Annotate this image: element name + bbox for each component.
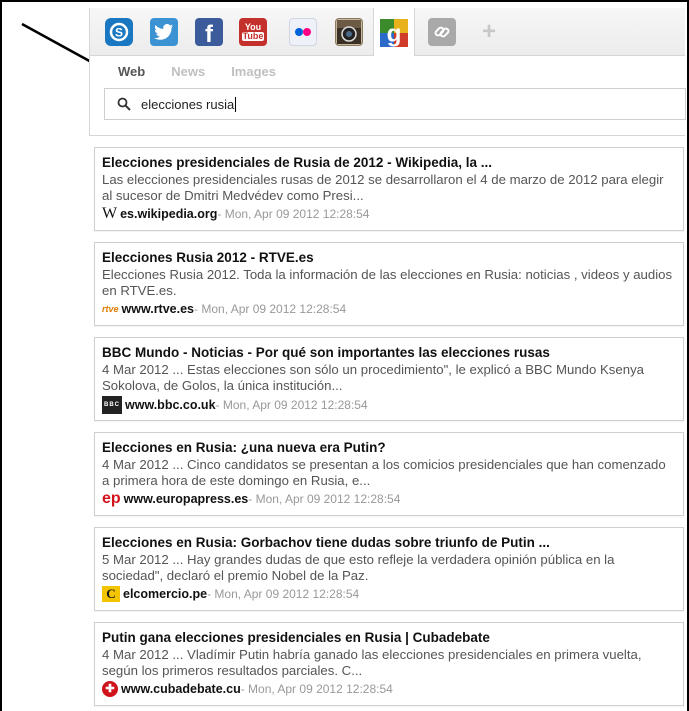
- result-domain[interactable]: www.cubadebate.cu: [121, 681, 241, 697]
- tab-twitter[interactable]: [143, 8, 185, 56]
- result-meta: C elcomercio.pe - Mon, Apr 09 2012 12:28…: [102, 586, 676, 602]
- add-tab-icon: +: [481, 18, 496, 45]
- result-title[interactable]: Elecciones en Rusia: ¿una nueva era Puti…: [102, 439, 676, 456]
- youtube-icon: You Tube: [239, 18, 267, 46]
- result-meta: rtve www.rtve.es - Mon, Apr 09 2012 12:2…: [102, 301, 676, 317]
- result-snippet: 4 Mar 2012 ... Cinco candidatos se prese…: [102, 457, 666, 488]
- result-timestamp: - Mon, Apr 09 2012 12:28:54: [217, 207, 370, 221]
- tab-flickr[interactable]: [282, 8, 324, 56]
- result-card[interactable]: Elecciones en Rusia: Gorbachov tiene dud…: [94, 527, 684, 611]
- tab-google[interactable]: g: [373, 8, 415, 57]
- result-card[interactable]: Elecciones en Rusia: ¿una nueva era Puti…: [94, 432, 684, 516]
- result-meta: ep www.europapress.es - Mon, Apr 09 2012…: [102, 491, 676, 507]
- svg-text:g: g: [387, 20, 402, 47]
- rtve-favicon-icon: rtve: [102, 304, 119, 314]
- tab-youtube[interactable]: You Tube: [232, 8, 274, 56]
- europapress-favicon-icon: ep: [102, 490, 121, 507]
- tab-skype[interactable]: S: [98, 8, 140, 56]
- google-icon: g: [380, 18, 408, 47]
- elcomercio-favicon-icon: C: [102, 586, 120, 602]
- flickr-icon: [289, 18, 317, 46]
- wikipedia-favicon-icon: W: [102, 205, 118, 222]
- result-snippet: 4 Mar 2012 ... Vladímir Putin habría gan…: [102, 647, 642, 678]
- tab-link[interactable]: [421, 8, 463, 56]
- result-domain[interactable]: www.rtve.es: [122, 301, 195, 317]
- result-card[interactable]: BBC Mundo - Noticias - Por qué son impor…: [94, 337, 684, 421]
- result-domain[interactable]: elcomercio.pe: [123, 586, 207, 602]
- service-tab-bar: S f You Tube g +: [89, 8, 685, 57]
- result-card[interactable]: Putin gana elecciones presidenciales en …: [94, 622, 684, 706]
- search-icon: [117, 97, 131, 111]
- add-tab-button[interactable]: +: [468, 8, 510, 56]
- result-timestamp: - Mon, Apr 09 2012 12:28:54: [248, 492, 401, 506]
- instagram-icon: [335, 18, 363, 46]
- result-snippet: Elecciones Rusia 2012. Toda la informaci…: [102, 267, 673, 298]
- cubadebate-favicon-icon: ✚: [102, 681, 118, 697]
- result-snippet: 5 Mar 2012 ... Hay grandes dudas de que …: [102, 552, 615, 583]
- tab-facebook[interactable]: f: [188, 8, 230, 56]
- tab-instagram[interactable]: [328, 8, 370, 56]
- bbc-favicon-icon: BBC: [102, 396, 122, 414]
- result-domain[interactable]: www.bbc.co.uk: [125, 397, 216, 413]
- result-title[interactable]: Elecciones en Rusia: Gorbachov tiene dud…: [102, 534, 676, 551]
- result-title[interactable]: BBC Mundo - Noticias - Por qué son impor…: [102, 344, 676, 361]
- result-meta: BBC www.bbc.co.uk - Mon, Apr 09 2012 12:…: [102, 396, 676, 414]
- result-title[interactable]: Elecciones Rusia 2012 - RTVE.es: [102, 249, 676, 266]
- results-list: Elecciones presidenciales de Rusia de 20…: [94, 147, 684, 711]
- result-title[interactable]: Elecciones presidenciales de Rusia de 20…: [102, 154, 676, 171]
- result-timestamp: - Mon, Apr 09 2012 12:28:54: [194, 302, 347, 316]
- search-input[interactable]: elecciones rusia: [104, 88, 686, 120]
- tab-images[interactable]: Images: [231, 64, 276, 79]
- tab-web[interactable]: Web: [118, 64, 145, 79]
- result-domain[interactable]: es.wikipedia.org: [120, 206, 217, 222]
- facebook-icon: f: [195, 18, 223, 48]
- search-type-tabs: Web News Images: [118, 64, 302, 79]
- result-card[interactable]: Elecciones Rusia 2012 - RTVE.es Eleccion…: [94, 242, 684, 326]
- svg-text:S: S: [115, 26, 123, 40]
- result-timestamp: - Mon, Apr 09 2012 12:28:54: [215, 398, 368, 412]
- skype-icon: S: [105, 18, 133, 46]
- result-meta: W es.wikipedia.org - Mon, Apr 09 2012 12…: [102, 206, 676, 222]
- result-title[interactable]: Putin gana elecciones presidenciales en …: [102, 629, 676, 646]
- result-timestamp: - Mon, Apr 09 2012 12:28:54: [240, 682, 393, 696]
- search-panel: Web News Images elecciones rusia: [89, 56, 686, 136]
- result-snippet: 4 Mar 2012 ... Estas elecciones son sólo…: [102, 362, 645, 393]
- result-timestamp: - Mon, Apr 09 2012 12:28:54: [207, 587, 360, 601]
- tab-news[interactable]: News: [171, 64, 205, 79]
- result-card[interactable]: Elecciones presidenciales de Rusia de 20…: [94, 147, 684, 231]
- result-meta: ✚ www.cubadebate.cu - Mon, Apr 09 2012 1…: [102, 681, 676, 697]
- result-snippet: Las elecciones presidenciales rusas de 2…: [102, 172, 664, 203]
- twitter-icon: [150, 18, 178, 46]
- search-value: elecciones rusia: [141, 97, 237, 112]
- result-domain[interactable]: www.europapress.es: [124, 491, 249, 507]
- link-icon: [428, 18, 456, 46]
